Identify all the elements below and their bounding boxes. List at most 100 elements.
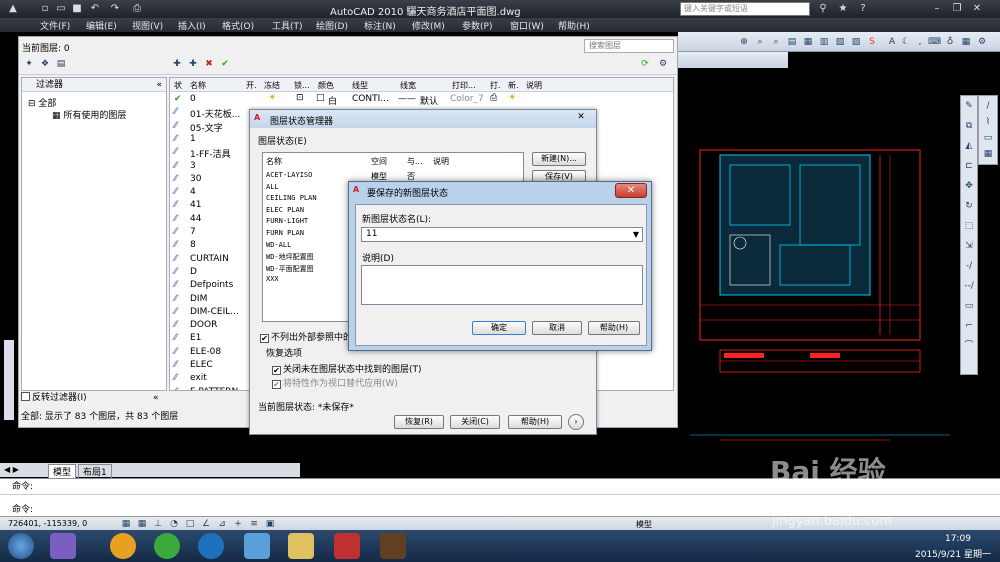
layer-state-item[interactable]: ALL xyxy=(266,183,279,191)
col-lineweight[interactable]: 线宽 xyxy=(400,80,416,91)
autocad-logo-icon[interactable]: ▲ xyxy=(6,2,20,16)
dynamic-input-icon[interactable]: + xyxy=(232,518,244,530)
restore-icon[interactable]: ❐ xyxy=(950,2,964,16)
col-color[interactable]: 颜色 xyxy=(318,80,334,91)
command-input-line[interactable]: 命令: xyxy=(0,494,1000,516)
delete-layer-icon[interactable]: ✖ xyxy=(203,58,215,70)
nls-ok-button[interactable]: 确定 xyxy=(472,321,526,335)
new-file-icon[interactable]: ▫ xyxy=(38,2,52,16)
extend-icon[interactable]: --/ xyxy=(963,280,975,292)
taskbar-app-9-icon[interactable] xyxy=(380,533,406,559)
collapse-chevron-icon[interactable]: « xyxy=(156,78,162,92)
plot-printer-icon[interactable]: ⎙ xyxy=(490,93,497,103)
layer-state-item[interactable]: WD-平面配置图 xyxy=(266,264,314,274)
menu-tools[interactable]: 工具(T) xyxy=(272,19,303,32)
taskbar-folder-icon[interactable] xyxy=(288,533,314,559)
zoom-previous-icon[interactable]: ⌕ xyxy=(770,36,782,48)
markup-icon[interactable]: ▨ xyxy=(850,36,862,48)
nls-help-button[interactable]: 帮助(H) xyxy=(588,321,640,335)
color-swatch[interactable]: □ xyxy=(316,93,325,103)
new-property-filter-icon[interactable]: ✦ xyxy=(23,58,35,70)
menu-view[interactable]: 视图(V) xyxy=(132,19,163,32)
col-status[interactable]: 状 xyxy=(174,80,182,91)
taskbar-media-icon[interactable] xyxy=(244,533,270,559)
undo-icon[interactable]: ↶ xyxy=(88,2,102,16)
taskbar-browser-icon[interactable] xyxy=(154,533,180,559)
hatch-icon[interactable]: ▦ xyxy=(982,148,994,160)
sogou-input-icon[interactable]: S xyxy=(866,36,878,48)
layer-dropdown-toolbar[interactable] xyxy=(678,52,788,68)
zoom-window-icon[interactable]: ⌕ xyxy=(754,36,766,48)
fillet-icon[interactable]: ⌒ xyxy=(963,340,975,352)
new-layer-vp-frozen-icon[interactable]: ✚ xyxy=(187,58,199,70)
tab-nav-arrows-icon[interactable]: ◀ ▶ xyxy=(4,465,19,474)
combo-dropdown-icon[interactable]: ▼ xyxy=(633,228,639,241)
layer-state-name-combo[interactable]: 11 ▼ xyxy=(361,227,643,242)
taskbar-k-app-icon[interactable] xyxy=(198,533,224,559)
ime-settings-icon[interactable]: ⚙ xyxy=(976,36,988,48)
col-lock[interactable]: 锁... xyxy=(294,80,310,91)
ime-shirt-icon[interactable]: ♁ xyxy=(944,36,956,48)
menu-file[interactable]: 文件(F) xyxy=(40,19,70,32)
sheet-set-icon[interactable]: ▧ xyxy=(834,36,846,48)
col-plot[interactable]: 打. xyxy=(490,80,501,91)
menu-dimension[interactable]: 标注(N) xyxy=(364,19,396,32)
vp-freeze-icon[interactable]: ☀ xyxy=(508,93,516,103)
menu-insert[interactable]: 插入(I) xyxy=(178,19,206,32)
help-search-input[interactable]: 键入关键字或短语 xyxy=(680,2,810,16)
menu-window[interactable]: 窗口(W) xyxy=(510,19,544,32)
rectangle-icon[interactable]: ▭ xyxy=(982,132,994,144)
invert-filter-checkbox[interactable]: 反转过滤器(I) « xyxy=(21,391,167,405)
settings-icon[interactable]: ⚙ xyxy=(657,58,669,70)
col-linetype[interactable]: 线型 xyxy=(352,80,368,91)
trim-icon[interactable]: -/ xyxy=(963,260,975,272)
nls-close-icon[interactable]: ✕ xyxy=(615,183,647,198)
taskbar-app-1-icon[interactable] xyxy=(50,533,76,559)
ime-comma-icon[interactable]: , xyxy=(914,36,926,48)
erase-icon[interactable]: ✎ xyxy=(963,100,975,112)
nls-cancel-button[interactable]: 取消 xyxy=(532,321,582,335)
apply-override-box[interactable]: ✔ xyxy=(272,380,281,389)
palette-side-title[interactable] xyxy=(4,340,14,420)
off-not-found-checkbox[interactable]: ✔ 关闭未在图层状态中找到的图层(T) xyxy=(272,362,422,375)
zoom-realtime-icon[interactable]: ⊕ xyxy=(738,36,750,48)
grid-mode-icon[interactable]: ▦ xyxy=(136,518,148,530)
ime-mode-icon[interactable]: A xyxy=(886,36,898,48)
lineweight-value[interactable]: 默认 xyxy=(420,94,438,107)
model-space-label[interactable]: 模型 xyxy=(636,519,652,530)
menu-draw[interactable]: 绘图(D) xyxy=(316,19,348,32)
col-new-vp-freeze[interactable]: 新. xyxy=(508,80,519,91)
properties-icon[interactable]: ▤ xyxy=(786,36,798,48)
lsm-restore-button[interactable]: 恢复(R) xyxy=(394,415,444,429)
menu-format[interactable]: 格式(O) xyxy=(222,19,254,32)
help-icon[interactable]: ? xyxy=(856,2,870,16)
coordinate-readout[interactable]: 726401, -115339, 0 xyxy=(8,519,87,528)
new-layer-icon[interactable]: ✚ xyxy=(171,58,183,70)
layer-states-manager-icon[interactable]: ▤ xyxy=(55,58,67,70)
polar-tracking-icon[interactable]: ◔ xyxy=(168,518,180,530)
lsm-col-space[interactable]: 空间 xyxy=(371,156,387,167)
off-not-found-box[interactable]: ✔ xyxy=(272,366,281,375)
taskbar-wifi-app-icon[interactable] xyxy=(110,533,136,559)
polyline-icon[interactable]: ⌇ xyxy=(982,116,994,128)
layer-state-item[interactable]: CEILING PLAN xyxy=(266,194,317,202)
ortho-mode-icon[interactable]: ⊥ xyxy=(152,518,164,530)
snap-mode-icon[interactable]: ▦ xyxy=(120,518,132,530)
lsm-close-icon[interactable]: ✕ xyxy=(572,112,590,125)
col-description[interactable]: 说明 xyxy=(526,80,542,91)
lsm-col-match[interactable]: 与... xyxy=(407,156,423,167)
menu-help[interactable]: 帮助(H) xyxy=(558,19,590,32)
tool-palette-icon[interactable]: ▥ xyxy=(818,36,830,48)
offset-icon[interactable]: ⊏ xyxy=(963,160,975,172)
stretch-icon[interactable]: ⇲ xyxy=(963,240,975,252)
move-icon[interactable]: ✥ xyxy=(963,180,975,192)
close-window-icon[interactable]: ✕ xyxy=(970,2,984,16)
ime-moon-icon[interactable]: ☾ xyxy=(900,36,912,48)
tab-model[interactable]: 模型 xyxy=(48,464,77,479)
linetype-value[interactable]: CONTI... xyxy=(352,94,389,104)
more-options-icon[interactable]: › xyxy=(568,414,584,430)
sun-icon[interactable]: ☀ xyxy=(268,93,276,103)
lsm-new-button[interactable]: 新建(N)... xyxy=(532,152,586,166)
col-freeze[interactable]: 冻结 xyxy=(264,80,280,91)
line-icon[interactable]: / xyxy=(982,100,994,112)
